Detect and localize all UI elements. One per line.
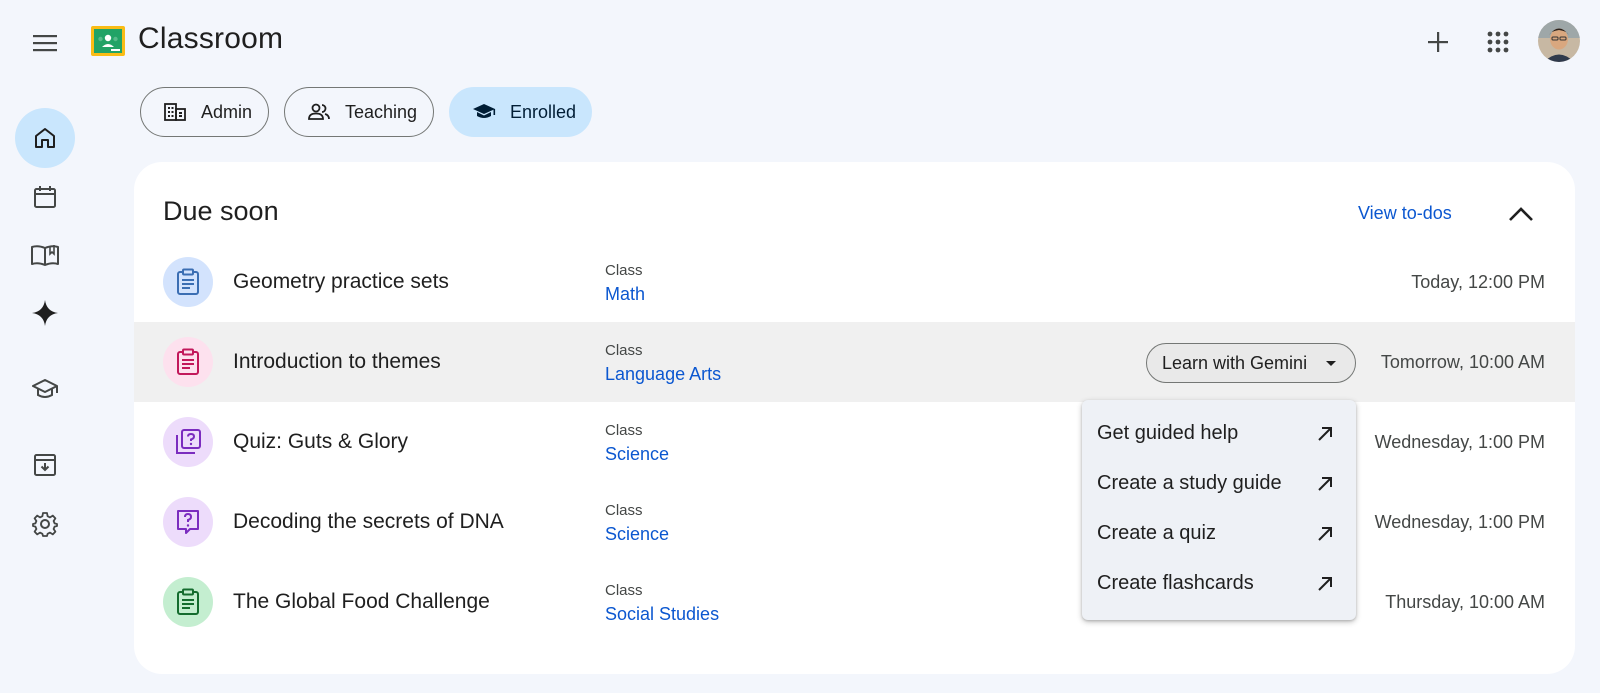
building-icon xyxy=(163,100,187,124)
due-date: Today, 12:00 PM xyxy=(1411,272,1545,292)
school-cap-icon xyxy=(32,379,58,398)
filter-chip-enrolled[interactable]: Enrolled xyxy=(449,87,592,137)
people-icon xyxy=(307,100,331,124)
assignment-icon xyxy=(163,337,213,387)
assignment-title: Geometry practice sets xyxy=(233,270,449,293)
class-name-link[interactable]: Language Arts xyxy=(605,364,721,385)
filter-chip-admin[interactable]: Admin xyxy=(140,87,269,137)
due-item-row[interactable]: Quiz: Guts & Glory Class Science Wednesd… xyxy=(134,402,1575,482)
assignment-icon xyxy=(163,577,213,627)
menu-item-label: Create flashcards xyxy=(1097,572,1254,594)
menu-item-quiz[interactable]: Create a quiz xyxy=(1082,509,1356,559)
due-item-row[interactable]: Geometry practice sets Class Math Today,… xyxy=(134,242,1575,322)
nav-archived[interactable] xyxy=(15,435,75,495)
school-cap-icon xyxy=(472,100,496,124)
filter-chip-label: Teaching xyxy=(345,101,418,122)
top-app-bar: Classroom xyxy=(0,0,1600,84)
open-in-new-arrow-icon xyxy=(1318,577,1332,591)
learn-with-gemini-button[interactable]: Learn with Gemini xyxy=(1146,343,1356,383)
classroom-logo[interactable] xyxy=(91,26,125,56)
filter-chip-label: Enrolled xyxy=(510,101,577,122)
assignment-title: Decoding the secrets of DNA xyxy=(233,510,504,533)
open-book-icon xyxy=(31,245,59,266)
app-title: Classroom xyxy=(138,22,284,55)
open-in-new-arrow-icon xyxy=(1318,427,1332,441)
quiz-icon xyxy=(163,417,213,467)
view-todos-link[interactable]: View to-dos xyxy=(1358,203,1452,224)
nav-enrolled[interactable] xyxy=(15,359,75,419)
nav-settings[interactable] xyxy=(15,494,75,554)
due-date: Wednesday, 1:00 PM xyxy=(1374,432,1545,452)
due-item-row[interactable]: The Global Food Challenge Class Social S… xyxy=(134,562,1575,642)
class-label: Class xyxy=(605,582,643,599)
calendar-icon xyxy=(34,186,56,208)
gemini-sparkle-icon xyxy=(32,300,58,326)
assignment-title: The Global Food Challenge xyxy=(233,590,490,613)
assignment-icon xyxy=(163,257,213,307)
due-soon-title: Due soon xyxy=(163,196,279,226)
filter-chip-teaching[interactable]: Teaching xyxy=(284,87,434,137)
settings-gear-icon xyxy=(32,512,58,537)
menu-item-label: Create a study guide xyxy=(1097,472,1282,494)
nav-calendar[interactable] xyxy=(15,167,75,227)
hamburger-menu-icon xyxy=(33,35,57,52)
due-item-row[interactable]: Introduction to themes Class Language Ar… xyxy=(134,322,1575,402)
due-date: Thursday, 10:00 AM xyxy=(1385,592,1545,612)
menu-item-label: Create a quiz xyxy=(1097,522,1216,544)
menu-item-study-guide[interactable]: Create a study guide xyxy=(1082,459,1356,509)
home-icon xyxy=(35,128,55,148)
class-name-link[interactable]: Social Studies xyxy=(605,604,719,625)
account-avatar[interactable] xyxy=(1538,20,1580,62)
archive-icon xyxy=(34,454,56,476)
apps-grid-icon xyxy=(1487,31,1509,53)
menu-item-guided-help[interactable]: Get guided help xyxy=(1082,409,1356,459)
main-menu-button[interactable] xyxy=(26,24,64,62)
question-icon xyxy=(163,497,213,547)
plus-icon xyxy=(1428,32,1448,52)
class-name-link[interactable]: Math xyxy=(605,284,645,305)
chevron-up-icon xyxy=(1509,207,1533,221)
class-label: Class xyxy=(605,422,643,439)
gemini-button-label: Learn with Gemini xyxy=(1162,352,1308,373)
gemini-dropdown-menu: Get guided help Create a study guide Cre… xyxy=(1082,400,1356,620)
class-label: Class xyxy=(605,262,643,279)
due-soon-card: Due soon View to-dos Geometry practice s… xyxy=(134,162,1575,674)
class-name-link[interactable]: Science xyxy=(605,444,669,465)
menu-item-label: Get guided help xyxy=(1097,422,1239,444)
menu-item-flashcards[interactable]: Create flashcards xyxy=(1082,559,1356,609)
class-label: Class xyxy=(605,502,643,519)
nav-home[interactable] xyxy=(15,108,75,168)
create-join-class-button[interactable] xyxy=(1418,22,1458,62)
open-in-new-arrow-icon xyxy=(1318,477,1332,491)
collapse-button[interactable] xyxy=(1499,192,1543,236)
due-date: Wednesday, 1:00 PM xyxy=(1374,512,1545,532)
google-apps-button[interactable] xyxy=(1478,22,1518,62)
class-name-link[interactable]: Science xyxy=(605,524,669,545)
nav-gemini[interactable] xyxy=(15,283,75,343)
filter-chip-label: Admin xyxy=(201,101,253,122)
nav-classes[interactable] xyxy=(15,225,75,285)
dropdown-arrow-icon xyxy=(1326,361,1336,366)
due-item-row[interactable]: Decoding the secrets of DNA Class Scienc… xyxy=(134,482,1575,562)
assignment-title: Introduction to themes xyxy=(233,350,441,373)
assignment-title: Quiz: Guts & Glory xyxy=(233,430,409,453)
open-in-new-arrow-icon xyxy=(1318,527,1332,541)
due-date: Tomorrow, 10:00 AM xyxy=(1380,352,1545,372)
class-label: Class xyxy=(605,342,643,359)
